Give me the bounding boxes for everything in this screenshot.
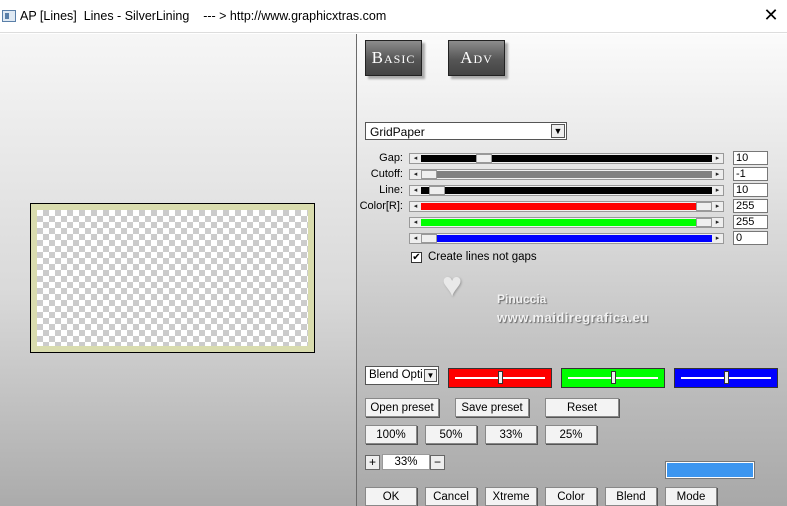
heart-icon: ♥	[442, 266, 463, 304]
slider-thumb[interactable]	[696, 202, 712, 211]
slider-track[interactable]: ◂ ▸	[409, 217, 724, 228]
slider-knob[interactable]	[497, 371, 503, 384]
transparency-checkerboard	[37, 210, 308, 346]
save-preset-button[interactable]: Save preset	[455, 398, 529, 417]
slider-thumb[interactable]	[421, 170, 437, 179]
blend-color-slider[interactable]	[561, 368, 665, 388]
slider-fill	[421, 235, 712, 242]
blend-color-slider[interactable]	[448, 368, 552, 388]
arrow-left-icon[interactable]: ◂	[410, 186, 421, 195]
slider-value-field[interactable]: 10	[733, 151, 768, 165]
open-preset-button[interactable]: Open preset	[365, 398, 439, 417]
slider-fill	[421, 219, 712, 226]
preview-panel	[0, 34, 356, 506]
reset-button[interactable]: Reset	[545, 398, 619, 417]
blend-select-value: Blend Optio	[369, 369, 423, 381]
slider-thumb[interactable]	[696, 218, 712, 227]
slider-fill	[421, 203, 712, 210]
color-swatch[interactable]	[665, 461, 755, 479]
arrow-right-icon[interactable]: ▸	[712, 170, 723, 179]
chevron-down-icon[interactable]: ▼	[424, 369, 437, 382]
arrow-right-icon[interactable]: ▸	[712, 186, 723, 195]
slider-fill	[421, 155, 712, 162]
slider-label: Cutoff:	[370, 168, 403, 180]
slider-track[interactable]: ◂ ▸	[409, 169, 724, 180]
zoom-minus-button[interactable]: −	[430, 455, 445, 470]
basic-button[interactable]: Basic	[365, 40, 422, 76]
color-button[interactable]: Color	[545, 487, 597, 506]
slider-label: Gap:	[379, 152, 403, 164]
zoom-value: 33%	[382, 454, 430, 470]
arrow-right-icon[interactable]: ▸	[712, 202, 723, 211]
slider-value-field[interactable]: -1	[733, 167, 768, 181]
slider-value-field[interactable]: 0	[733, 231, 768, 245]
slider-track[interactable]: ◂ ▸	[409, 233, 724, 244]
watermark-name: Pinuccia	[497, 292, 547, 306]
slider-fill	[421, 171, 712, 178]
window-title: AP [Lines] Lines - SilverLining --- > ht…	[20, 9, 387, 23]
controls-panel: Basic Adv GridPaper ▼ Gap: ◂ ▸ 10 Cutoff: ◂ ▸ -…	[357, 34, 787, 506]
title-bar: AP [Lines] Lines - SilverLining --- > ht…	[0, 0, 787, 33]
preview-image	[30, 203, 315, 353]
arrow-left-icon[interactable]: ◂	[410, 154, 421, 163]
slider-thumb[interactable]	[421, 234, 437, 243]
slider-knob[interactable]	[610, 371, 616, 384]
slider-thumb[interactable]	[429, 186, 446, 195]
arrow-left-icon[interactable]: ◂	[410, 170, 421, 179]
arrow-right-icon[interactable]: ▸	[712, 234, 723, 243]
slider-value-field[interactable]: 255	[733, 199, 768, 213]
blend-button[interactable]: Blend	[605, 487, 657, 506]
ok-button[interactable]: OK	[365, 487, 417, 506]
arrow-left-icon[interactable]: ◂	[410, 202, 421, 211]
slider-fill	[421, 187, 712, 194]
blend-options-select[interactable]: Blend Optio ▼	[365, 366, 439, 385]
arrow-right-icon[interactable]: ▸	[712, 218, 723, 227]
blend-color-slider[interactable]	[674, 368, 778, 388]
arrow-left-icon[interactable]: ◂	[410, 234, 421, 243]
zoom-33-button[interactable]: 33%	[485, 425, 537, 444]
slider-track[interactable]: ◂ ▸	[409, 201, 724, 212]
slider-label: Color[R]:	[359, 200, 403, 212]
slider-thumb[interactable]	[476, 154, 492, 163]
zoom-25-button[interactable]: 25%	[545, 425, 597, 444]
slider-value-field[interactable]: 10	[733, 183, 768, 197]
pattern-select[interactable]: GridPaper ▼	[365, 122, 567, 140]
arrow-right-icon[interactable]: ▸	[712, 154, 723, 163]
create-lines-label: Create lines not gaps	[428, 251, 537, 263]
zoom-50-button[interactable]: 50%	[425, 425, 477, 444]
zoom-plus-button[interactable]: +	[365, 455, 380, 470]
cancel-button[interactable]: Cancel	[425, 487, 477, 506]
slider-track[interactable]: ◂ ▸	[409, 185, 724, 196]
arrow-left-icon[interactable]: ◂	[410, 218, 421, 227]
adv-button[interactable]: Adv	[448, 40, 505, 76]
create-lines-checkbox[interactable]: ✔	[411, 252, 422, 263]
chevron-down-icon[interactable]: ▼	[551, 124, 565, 138]
xtreme-button[interactable]: Xtreme	[485, 487, 537, 506]
slider-value-field[interactable]: 255	[733, 215, 768, 229]
slider-knob[interactable]	[723, 371, 729, 384]
slider-label: Line:	[379, 184, 403, 196]
pattern-select-value: GridPaper	[370, 125, 425, 139]
app-icon	[2, 10, 16, 22]
slider-track[interactable]: ◂ ▸	[409, 153, 724, 164]
watermark-url: www.maidiregrafica.eu	[497, 310, 649, 325]
close-icon[interactable]: ✕	[762, 5, 780, 26]
mode-button[interactable]: Mode	[665, 487, 717, 506]
zoom-100-button[interactable]: 100%	[365, 425, 417, 444]
